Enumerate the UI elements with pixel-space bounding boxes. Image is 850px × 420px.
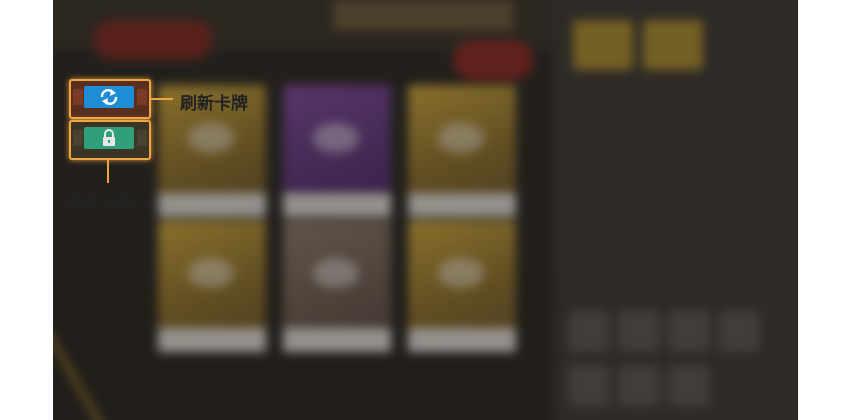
refresh-icon bbox=[84, 86, 134, 108]
game-background bbox=[53, 0, 798, 420]
refresh-callout-line bbox=[149, 98, 173, 100]
button-frame-ornament bbox=[137, 89, 147, 105]
lock-cards-button[interactable] bbox=[69, 120, 151, 160]
button-frame-ornament bbox=[73, 89, 83, 105]
button-frame-ornament bbox=[73, 130, 83, 146]
lock-callout-line bbox=[107, 158, 109, 183]
refresh-callout-label: 刷新卡牌 bbox=[180, 94, 248, 114]
dim-overlay bbox=[53, 0, 798, 420]
lock-icon bbox=[84, 127, 134, 149]
lock-callout-label: 锁定卡牌 bbox=[66, 194, 134, 214]
refresh-cards-button[interactable] bbox=[69, 79, 151, 119]
button-frame-ornament bbox=[137, 130, 147, 146]
